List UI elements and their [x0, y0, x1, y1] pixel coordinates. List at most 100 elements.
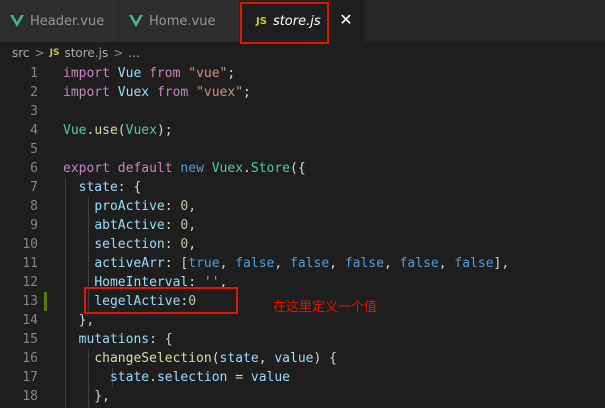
code-token: export — [63, 161, 110, 176]
code-line[interactable]: 10 selection: 0, — [0, 235, 605, 254]
code-text: mutations: { — [63, 330, 173, 349]
code-line[interactable]: 1 import Vue from "vue"; — [0, 64, 605, 83]
js-icon: JS — [49, 48, 60, 58]
code-token: , — [219, 256, 236, 271]
code-token: selection — [94, 237, 165, 252]
line-number: 12 — [22, 275, 38, 290]
code-token: changeSelection — [94, 351, 212, 366]
code-token: false — [235, 256, 275, 271]
code-token: "vuex" — [196, 85, 244, 100]
code-text: state: { — [63, 178, 142, 197]
code-token: : — [164, 237, 181, 252]
code-token: false — [344, 256, 384, 271]
highlight-box-tab — [240, 2, 329, 44]
tab-home-vue[interactable]: Home.vue — [119, 0, 239, 42]
chevron-right-icon: > — [113, 46, 124, 60]
code-line[interactable]: 8 proActive: 0, — [0, 197, 605, 216]
code-line[interactable]: 3 — [0, 102, 605, 121]
line-number: 14 — [22, 313, 38, 328]
code-token: Vuex — [125, 123, 157, 138]
code-token: , — [383, 256, 400, 271]
code-token: Store — [250, 161, 291, 176]
line-number: 1 — [30, 66, 38, 81]
line-number: 11 — [22, 256, 38, 271]
code-line[interactable]: 11 activeArr: [true, false, false, false… — [0, 254, 605, 273]
code-token: false — [454, 256, 494, 271]
line-number: 16 — [22, 351, 38, 366]
code-text: abtActive: 0, — [63, 216, 196, 235]
code-line[interactable]: 7 state: { — [0, 178, 605, 197]
annotation-text: 在这里定义一个值 — [273, 300, 378, 315]
tab-header-vue[interactable]: Header.vue — [0, 0, 118, 42]
code-token: ) { — [313, 351, 337, 366]
code-token: . — [243, 161, 251, 176]
code-line[interactable]: 17 state.selection = value — [0, 368, 605, 387]
code-token: ({ — [290, 161, 306, 176]
code-token: = — [227, 370, 251, 385]
code-token: : { — [149, 332, 173, 347]
code-token: Vue — [63, 123, 87, 138]
tab-bar: Header.vue Home.vue JS store.js ✕ — [0, 0, 605, 44]
code-token: value — [274, 351, 314, 366]
line-number: 13 — [22, 294, 38, 309]
line-number: 6 — [30, 161, 38, 176]
code-token: proActive — [94, 199, 165, 214]
code-line[interactable]: 4 Vue.use(Vuex); — [0, 121, 605, 140]
code-token: false — [290, 256, 330, 271]
breadcrumb-folder[interactable]: src — [12, 46, 30, 60]
code-token: Vue — [117, 66, 142, 81]
code-token: ( — [117, 123, 126, 138]
code-text: }, — [63, 387, 110, 406]
code-token: , — [274, 256, 291, 271]
code-line[interactable]: 2 import Vuex from "vuex"; — [0, 83, 605, 102]
line-number: 10 — [22, 237, 38, 252]
code-editor[interactable]: 1 import Vue from "vue"; 2 import Vuex from… — [0, 64, 605, 408]
code-token: state — [109, 370, 150, 385]
code-line[interactable]: 15 mutations: { — [0, 330, 605, 349]
code-token: use — [94, 123, 118, 138]
code-token: }, — [63, 389, 110, 404]
code-token: : [ — [164, 256, 189, 271]
line-number: 4 — [30, 123, 38, 138]
code-token: import — [63, 66, 110, 81]
breadcrumb-file[interactable]: store.js — [64, 46, 108, 60]
chevron-right-icon: > — [34, 46, 45, 60]
line-number: 17 — [22, 370, 38, 385]
code-token: , — [258, 351, 275, 366]
code-line[interactable]: 16 changeSelection(state, value) { — [0, 349, 605, 368]
code-token: from — [149, 66, 181, 81]
code-line[interactable]: 5 — [0, 140, 605, 159]
code-text: export default new Vuex.Store({ — [63, 159, 306, 178]
code-text: selection: 0, — [63, 235, 196, 254]
code-line[interactable]: 9 abtActive: 0, — [0, 216, 605, 235]
code-text: state.selection = value — [63, 368, 290, 387]
close-icon[interactable]: ✕ — [338, 12, 354, 28]
code-token: , — [438, 256, 455, 271]
code-token: ; — [243, 85, 251, 100]
code-token: state — [78, 180, 118, 195]
breadcrumb-symbols[interactable]: ... — [128, 46, 139, 60]
code-token: , — [188, 218, 197, 233]
code-token: : { — [117, 180, 142, 195]
line-number: 7 — [30, 180, 38, 195]
code-token: , — [329, 256, 345, 271]
code-token: , — [188, 199, 197, 214]
code-token: ( — [211, 351, 220, 366]
code-token: default — [117, 161, 173, 176]
code-text: changeSelection(state, value) { — [63, 349, 337, 368]
code-token: ); — [156, 123, 173, 138]
code-line[interactable]: 6 export default new Vuex.Store({ — [0, 159, 605, 178]
line-number: 15 — [22, 332, 38, 347]
line-number: 18 — [22, 389, 38, 404]
code-text: proActive: 0, — [63, 197, 196, 216]
tab-label: Home.vue — [149, 13, 216, 29]
highlight-box-code — [84, 287, 238, 314]
code-line[interactable]: 18 }, — [0, 387, 605, 406]
code-text: import Vuex from "vuex"; — [63, 83, 251, 102]
tab-label: Header.vue — [30, 13, 105, 29]
